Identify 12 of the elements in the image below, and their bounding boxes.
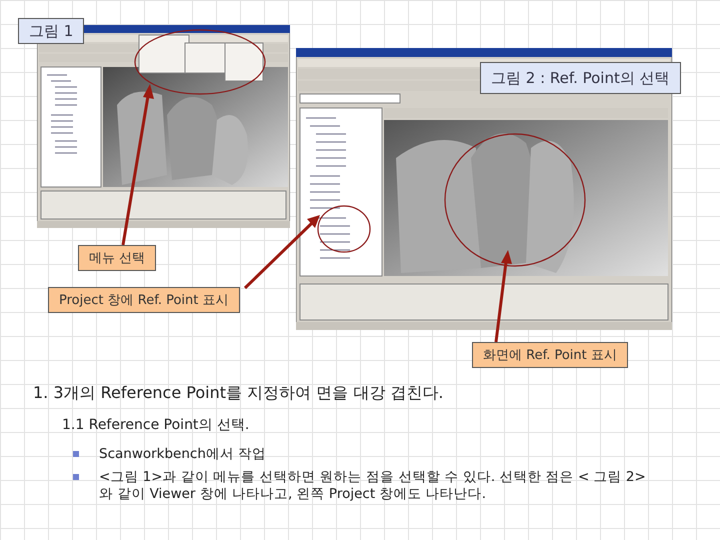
callout-label: 메뉴 선택 [78,245,156,271]
slide-heading: 1. 3개의 Reference Point를 지정하여 면을 대강 겹친다. [33,382,444,404]
slide-subheading: 1.1 Reference Point의 선택. [62,416,250,434]
bullet-icon [73,451,79,457]
callout-label: Project 창에 Ref. Point 표시 [48,287,240,313]
callout-label: 화면에 Ref. Point 표시 [472,342,628,368]
bullet-text: <그림 1>과 같이 메뉴를 선택하면 원하는 점을 선택할 수 있다. 선택한 점은 < 그림 2>와 같이 Viewer 창에 나타나고, 왼쪽 Project 창에도 나타난다. [99,469,647,503]
callout-label: 그림 2 : Ref. Point의 선택 [480,62,681,94]
highlight-ellipse [317,205,371,253]
bullet-text: Scanworkbench에서 작업 [99,446,268,463]
bullet-icon [73,474,79,480]
callout-label: 그림 1 [18,18,84,44]
